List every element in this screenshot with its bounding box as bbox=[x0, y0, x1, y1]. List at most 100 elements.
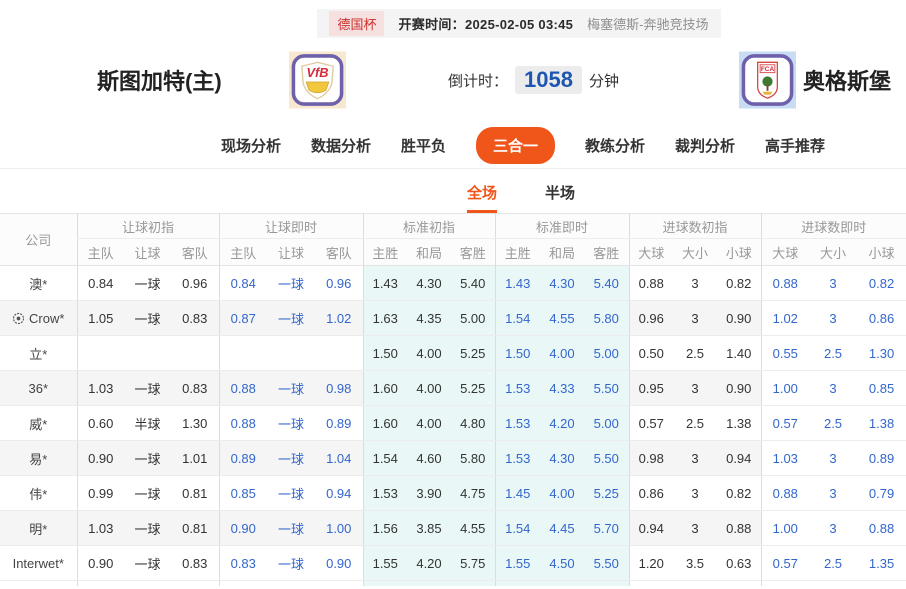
odds-cell: 5.40 bbox=[451, 265, 495, 301]
company-name[interactable]: 立* bbox=[29, 347, 47, 362]
company-name[interactable]: 澳* bbox=[29, 277, 47, 292]
odds-cell: 一球 bbox=[267, 300, 315, 336]
group-header: 标准即时 bbox=[494, 213, 629, 239]
nav-tab-1[interactable]: 现场分析 bbox=[221, 135, 281, 156]
odds-cell: 1.02 bbox=[760, 300, 810, 336]
odds-cell bbox=[267, 581, 315, 586]
company-name[interactable]: 易* bbox=[29, 452, 47, 467]
odds-cell: 4.30 bbox=[407, 265, 451, 301]
odds-table: 公司 让球初指 让球即时 标准初指 标准即时 进球数初指 进球数即时 主队 让球 客队 主队 让球 客队… bbox=[0, 213, 906, 586]
odds-cell: 5.00 bbox=[451, 300, 495, 336]
odds-cell: 0.99 bbox=[76, 475, 124, 511]
odds-cell: 一球 bbox=[124, 300, 171, 336]
odds-row: 立* 1.50 4.00 5.25 1.50 4.00 5.00 0.50 2.5 1.40 0.5… bbox=[0, 335, 906, 371]
focus-icon bbox=[12, 312, 25, 324]
odds-cell: 0.81 bbox=[171, 510, 219, 546]
sub-tab-1[interactable]: 全场 bbox=[466, 182, 497, 213]
odds-cell: 3 bbox=[673, 370, 717, 406]
kickoff-label: 开赛时间： bbox=[398, 17, 465, 32]
odds-cell: 0.90 bbox=[717, 300, 762, 336]
company-cell: 明* bbox=[0, 510, 77, 546]
nav-tab-6[interactable]: 裁判分析 bbox=[675, 135, 735, 156]
venue: 梅塞德斯-奔驰竞技场 bbox=[587, 17, 709, 32]
odds-cell: 一球 bbox=[267, 545, 315, 581]
company-name[interactable]: 威* bbox=[29, 417, 47, 432]
odds-row: Interwet* 0.90 一球 0.83 0.83 一球 0.90 1.55 4.20 5.7… bbox=[0, 545, 906, 581]
kickoff-time: 开赛时间：2025-02-05 03:45 bbox=[398, 14, 573, 33]
odds-cell bbox=[76, 580, 124, 586]
odds-cell: 0.82 bbox=[717, 265, 762, 301]
odds-cell: 4.55 bbox=[451, 510, 495, 546]
sub-tab-2[interactable]: 半场 bbox=[545, 182, 575, 213]
odds-cell: 4.00 bbox=[407, 335, 451, 371]
odds-cell: 0.83 bbox=[218, 545, 267, 581]
sub-column-header: 和局 bbox=[407, 238, 451, 266]
nav-tab-3[interactable]: 胜平负 bbox=[401, 135, 446, 156]
match-header: 斯图加特(主) VfB 倒计时： 1058 分钟 FCA 奥格斯堡 bbox=[0, 38, 906, 122]
odds-cell bbox=[315, 581, 363, 586]
odds-cell: 0.98 bbox=[315, 370, 363, 406]
sub-column-header: 大球 bbox=[760, 238, 810, 266]
odds-cell: 3 bbox=[809, 440, 858, 476]
odds-cell: 0.86 bbox=[628, 475, 673, 511]
odds-cell: 1.30 bbox=[171, 405, 219, 441]
odds-table-body: 澳* 0.84 一球 0.96 0.84 一球 0.96 1.43 4.30 5.40 1.43 4.… bbox=[0, 265, 906, 586]
nav-bar: 现场分析 数据分析 胜平负 三合一 教练分析 裁判分析 高手推荐 bbox=[0, 122, 906, 169]
company-name[interactable]: 伟* bbox=[29, 487, 47, 502]
odds-cell: 2.5 bbox=[809, 405, 858, 441]
sub-column-header: 主队 bbox=[218, 238, 267, 266]
company-cell: Crow* bbox=[0, 300, 77, 336]
odds-cell: 3 bbox=[809, 475, 858, 511]
odds-cell: 一球 bbox=[267, 440, 315, 476]
odds-cell: 3 bbox=[673, 300, 717, 336]
company-name[interactable]: Interwet* bbox=[13, 556, 64, 571]
odds-cell: 0.57 bbox=[760, 545, 810, 581]
top-strip: 德国杯 开赛时间：2025-02-05 03:45 梅塞德斯-奔驰竞技场 bbox=[0, 0, 906, 38]
odds-cell: 0.84 bbox=[76, 265, 124, 301]
odds-cell: 3 bbox=[673, 510, 717, 546]
odds-table-head: 公司 让球初指 让球即时 标准初指 标准即时 进球数初指 进球数即时 主队 让球 客队 主队 让球 客队… bbox=[0, 213, 906, 266]
odds-cell: 0.96 bbox=[171, 265, 219, 301]
odds-cell: 5.25 bbox=[451, 370, 495, 406]
odds-cell: 一球 bbox=[124, 545, 171, 581]
company-name[interactable]: Crow* bbox=[29, 311, 64, 326]
odds-cell: 5.25 bbox=[451, 335, 495, 371]
nav-tab-5[interactable]: 教练分析 bbox=[585, 135, 645, 156]
group-header: 标准初指 bbox=[362, 213, 495, 239]
odds-cell: 1.54 bbox=[494, 510, 540, 546]
company-name[interactable]: 明* bbox=[29, 522, 47, 537]
odds-cell: 1.02 bbox=[315, 300, 363, 336]
odds-cell: 0.82 bbox=[857, 265, 906, 301]
sub-column-header: 让球 bbox=[124, 238, 171, 266]
nav-tab-2[interactable]: 数据分析 bbox=[311, 135, 371, 156]
odds-cell: 0.90 bbox=[76, 545, 124, 581]
odds-cell: 5.75 bbox=[451, 545, 495, 581]
odds-cell: 1.43 bbox=[494, 265, 540, 301]
company-column-header: 公司 bbox=[0, 213, 77, 266]
odds-cell: 0.90 bbox=[315, 545, 363, 581]
odds-cell: 4.60 bbox=[407, 440, 451, 476]
odds-cell: 1.60 bbox=[362, 370, 407, 406]
odds-cell bbox=[171, 581, 219, 586]
odds-cell: 半球 bbox=[124, 405, 171, 441]
odds-cell: 1.05 bbox=[76, 300, 124, 336]
group-header: 进球数即时 bbox=[760, 213, 906, 239]
nav-tab-4[interactable]: 三合一 bbox=[475, 126, 555, 164]
nav-tabs: 现场分析 数据分析 胜平负 三合一 教练分析 裁判分析 高手推荐 bbox=[221, 126, 825, 164]
odds-row: 36* 1.03 一球 0.83 0.88 一球 0.98 1.60 4.00 5.25 1.53 4… bbox=[0, 370, 906, 406]
countdown-unit: 分钟 bbox=[588, 72, 619, 90]
company-name[interactable]: 36* bbox=[28, 381, 48, 396]
odds-cell: 0.88 bbox=[218, 405, 267, 441]
odds-cell: 1.01 bbox=[171, 440, 219, 476]
odds-cell: 3 bbox=[809, 265, 858, 301]
odds-cell: 2.5 bbox=[809, 335, 858, 371]
group-header: 让球即时 bbox=[218, 213, 363, 239]
nav-tab-7[interactable]: 高手推荐 bbox=[765, 135, 825, 156]
odds-cell: 1.00 bbox=[760, 510, 810, 546]
odds-cell: 0.88 bbox=[218, 370, 267, 406]
odds-cell: 一球 bbox=[124, 265, 171, 301]
sub-column-header: 小球 bbox=[857, 238, 906, 266]
odds-cell: 1.50 bbox=[362, 335, 407, 371]
odds-cell: 1.03 bbox=[76, 370, 124, 406]
odds-cell: 3 bbox=[809, 510, 858, 546]
